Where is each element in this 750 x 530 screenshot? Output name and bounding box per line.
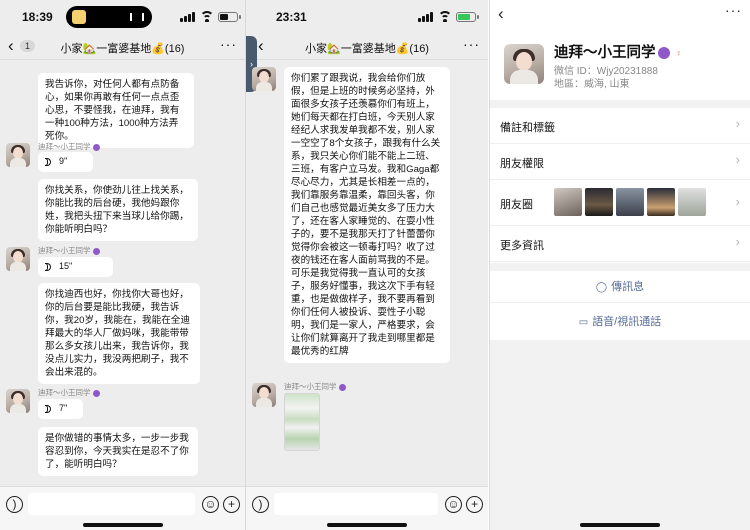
media-bars-icon (130, 13, 144, 21)
voice-message[interactable]: 9'' (38, 152, 93, 172)
input-bar: ) ☺ + (0, 486, 245, 530)
moments-thumb-5 (678, 188, 706, 216)
voice-message[interactable]: 7'' (38, 399, 83, 419)
more-button[interactable]: ··· (220, 36, 237, 52)
app-icon (72, 10, 86, 24)
voice-input-icon[interactable]: ) (252, 496, 269, 513)
wifi-icon (200, 11, 214, 22)
divider (490, 263, 750, 271)
gem-icon (657, 47, 670, 60)
chevron-right-icon: › (735, 194, 740, 209)
chat-title: 小家🏡一富婆基地💰(16) (60, 43, 185, 55)
battery-icon (218, 12, 241, 22)
message-bubble[interactable]: 你找迪西也好，你找你大哥也好，你的后台要是能比我硬，我告诉你，我20岁，我能在，… (38, 283, 200, 384)
voice-message[interactable]: 15'' (38, 257, 113, 277)
message-input[interactable] (28, 493, 195, 515)
signal-icon (180, 12, 196, 22)
back-button[interactable]: ‹ (498, 4, 504, 24)
message-list[interactable]: 你们累了跟我说，我会给你们放假，但是上班的时候务必坚持，外面很多女孩子还羡慕你们… (246, 61, 488, 486)
message-bubble[interactable]: 你们累了跟我说，我会给你们放假，但是上班的时候务必坚持，外面很多女孩子还羡慕你们… (284, 67, 450, 363)
voice-video-call-button[interactable]: ▭ 語音/視訊通話 (490, 313, 750, 329)
status-bar: 18:39 (0, 0, 245, 34)
row-label: 備註和標籤 (500, 122, 555, 134)
home-indicator (82, 523, 163, 527)
plus-icon[interactable]: + (466, 496, 483, 513)
home-indicator (580, 523, 660, 527)
voice-input-icon[interactable]: ) (6, 496, 23, 513)
moments-thumb-1 (554, 188, 582, 216)
home-indicator (327, 523, 407, 527)
gem-icon (338, 383, 346, 391)
message-bubble[interactable]: 你找关系，你使劲儿往上找关系，你能比我的后台硬，我他妈跟你姓，我把头扭下来当球儿… (38, 179, 198, 241)
profile-name: 迪拜～小王同学 ♀ (554, 45, 683, 61)
video-camera-icon: ▭ (578, 317, 589, 328)
moments-thumb-3 (616, 188, 644, 216)
row-more-info[interactable]: 更多資訊 › (490, 226, 750, 262)
input-bar: ) ☺ + (246, 486, 488, 530)
message-bubble[interactable]: 是你做错的事情太多，一步一步我容忍到你，今天我实在是忍不了你了，能听明白吗？ (38, 427, 198, 476)
profile-panel: ‹ ··· 迪拜～小王同学 ♀ 微信 ID：Wjy20231888 地區：威海, … (489, 0, 750, 530)
gem-icon (92, 247, 100, 255)
message-list[interactable]: 我告诉你，对任何人都有点防备心，如果你再敢有任何一点点歪心思，不要怪我，在迪拜，… (0, 61, 245, 486)
row-label: 朋友圈 (500, 199, 533, 211)
voice-wave-icon (45, 157, 55, 167)
plus-icon[interactable]: + (223, 496, 240, 513)
chat-panel-2: 23:31 ‹ 小家🏡一富婆基地💰(16) ··· › 你们累了跟我说，我会给你… (245, 0, 488, 530)
chat-header: ‹ 小家🏡一富婆基地💰(16) ··· (246, 34, 488, 60)
voice-wave-icon (45, 262, 55, 272)
battery-charging-icon (456, 12, 479, 22)
status-time: 18:39 (22, 10, 53, 24)
send-message-button[interactable]: ◯ 傳訊息 (490, 278, 750, 294)
more-button[interactable]: ··· (463, 36, 480, 52)
chat-bubble-icon: ◯ (595, 282, 608, 293)
avatar[interactable] (252, 67, 276, 91)
dynamic-island (66, 6, 152, 28)
gem-icon (92, 143, 100, 151)
sender-name: 迪拜～小王同学 (38, 141, 100, 152)
gem-icon (92, 389, 100, 397)
sender-name: 迪拜～小王同学 (284, 381, 346, 392)
sender-name: 迪拜～小王同学 (38, 387, 100, 398)
signal-icon (418, 12, 434, 22)
region: 地區：威海, 山東 (554, 79, 630, 90)
emoji-icon[interactable]: ☺ (445, 496, 462, 513)
moments-thumb-2 (585, 188, 613, 216)
chat-header: ‹ 1 小家🏡一富婆基地💰(16) ··· (0, 34, 245, 60)
more-button[interactable]: ··· (725, 2, 742, 18)
status-time: 23:31 (276, 10, 307, 24)
profile-avatar[interactable] (504, 44, 544, 84)
avatar[interactable] (6, 143, 30, 167)
voice-wave-icon (45, 404, 55, 414)
gender-female-icon: ♀ (675, 48, 683, 59)
status-bar: 23:31 (246, 0, 488, 34)
row-label: 更多資訊 (500, 240, 544, 252)
row-notes-and-tags[interactable]: 備註和標籤 › (490, 108, 750, 144)
divider (490, 100, 750, 108)
sender-name: 迪拜～小王同学 (38, 245, 100, 256)
avatar[interactable] (6, 389, 30, 413)
chevron-right-icon: › (735, 116, 740, 131)
message-input[interactable] (274, 493, 438, 515)
empty-area (490, 340, 750, 530)
row-moments[interactable]: 朋友圈 › (490, 180, 750, 226)
screenshot-image-message[interactable] (284, 393, 320, 451)
row-friend-permissions[interactable]: 朋友權限 › (490, 144, 750, 180)
avatar[interactable] (252, 383, 276, 407)
row-label: 朋友權限 (500, 158, 544, 170)
divider (490, 302, 750, 303)
avatar[interactable] (6, 247, 30, 271)
chevron-right-icon: › (735, 234, 740, 249)
chat-panel-1: 18:39 ‹ 1 小家🏡一富婆基地💰(16) ··· 我告诉你，对任何人都有点… (0, 0, 245, 530)
chevron-right-icon: › (735, 152, 740, 167)
message-bubble[interactable]: 我告诉你，对任何人都有点防备心，如果你再敢有任何一点点歪心思，不要怪我，在迪拜，… (38, 73, 194, 148)
chat-title: 小家🏡一富婆基地💰(16) (305, 43, 429, 55)
moments-thumb-4 (647, 188, 675, 216)
emoji-icon[interactable]: ☺ (202, 496, 219, 513)
wifi-icon (438, 11, 452, 22)
